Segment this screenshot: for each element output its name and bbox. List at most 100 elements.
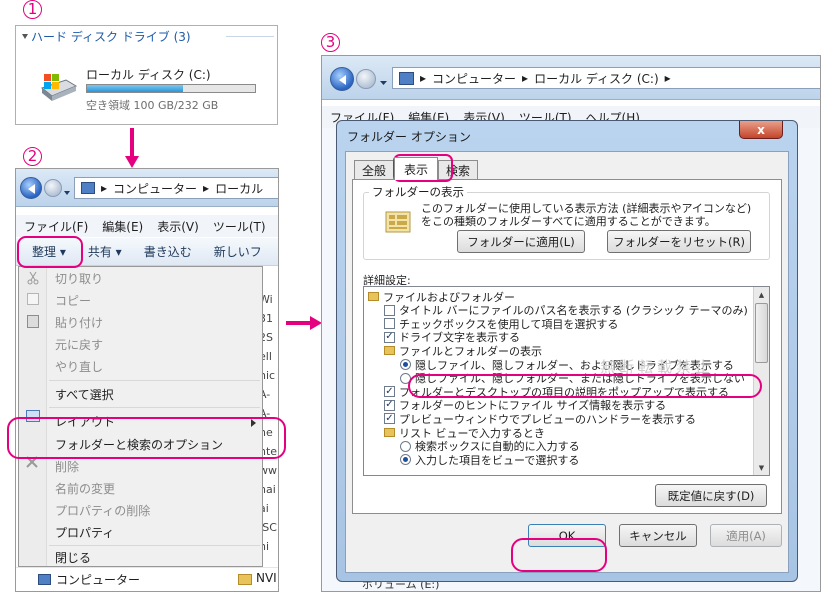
recent-pages-chevron-icon[interactable] — [380, 76, 387, 89]
menu-item-cut[interactable]: 切り取り — [19, 267, 262, 289]
checkbox[interactable]: ✓ — [384, 413, 395, 425]
menu-separator — [49, 380, 260, 381]
breadcrumb-computer[interactable]: コンピューター — [113, 180, 197, 197]
menu-item-undo[interactable]: 元に戻す — [19, 333, 262, 355]
new-folder-button[interactable]: 新しいフ — [214, 243, 262, 260]
checkbox[interactable]: ✓ — [384, 399, 395, 411]
folder-view-desc-line2: をこの種類のフォルダーすべてに適用することができます。 — [421, 215, 716, 228]
menu-item-select-all[interactable]: すべて選択 — [19, 383, 262, 405]
menu-view[interactable]: 表示(V) — [157, 218, 199, 235]
menu-item-close[interactable]: 閉じる — [19, 546, 262, 568]
tree-item-label: 入力した項目をビューで選択する — [415, 453, 580, 467]
folder-options-dialog: フォルダー オプション x 全般 表示 検索 フォルダーの表示 このフォルダーに… — [336, 120, 798, 582]
breadcrumb-separator-icon: ▸ — [203, 181, 210, 195]
tree-item[interactable]: 検索ボックスに自動的に入力する — [400, 440, 580, 453]
highlight-ok-button — [511, 538, 607, 572]
tab-general[interactable]: 全般 — [354, 160, 394, 180]
navigation-bar: ▸ コンピューター ▸ ローカル ディスク (C:) ▸ — [322, 56, 820, 100]
view-tab-page: フォルダーの表示 このフォルダーに使用している表示方法 (詳細表示やアイコンなど… — [352, 179, 782, 514]
tree-item[interactable]: 入力した項目をビューで選択する — [400, 453, 580, 467]
folder-icon — [368, 292, 379, 301]
explorer-window-large: ▸ コンピューター ▸ ローカル ディスク (C:) ▸ ファイル(F) 編集(… — [321, 55, 821, 592]
computer-icon — [38, 574, 51, 585]
nav-nvi[interactable]: NVI — [256, 571, 277, 585]
scroll-up-button[interactable]: ▲ — [754, 287, 769, 302]
folder-icon — [384, 428, 395, 437]
checkbox[interactable]: ✓ — [384, 386, 395, 398]
computer-small-icon — [81, 182, 95, 194]
highlight-show-hidden-option — [408, 374, 762, 398]
breadcrumb-local[interactable]: ローカル — [215, 180, 263, 197]
apply-to-folders-button[interactable]: フォルダーに適用(L) — [457, 230, 585, 253]
step-number-1: 1 — [23, 0, 42, 19]
explorer-window-small: ▸ コンピューター ▸ ローカル ファイル(F) 編集(E) 表示(V) ツール… — [15, 168, 279, 592]
menu-item-copy[interactable]: コピー — [19, 289, 262, 311]
address-bar[interactable]: ▸ コンピューター ▸ ローカル ディスク (C:) ▸ — [392, 67, 820, 89]
breadcrumb-separator-icon: ▸ — [664, 71, 671, 85]
back-button[interactable] — [330, 67, 354, 91]
computer-small-icon — [399, 71, 414, 85]
breadcrumb-separator-icon: ▸ — [101, 181, 108, 195]
reset-folders-button[interactable]: フォルダーをリセット(R) — [607, 230, 751, 253]
share-button[interactable]: 共有 ▾ — [88, 243, 122, 260]
tree-item[interactable]: ✓ フォルダーのヒントにファイル サイズ情報を表示する — [384, 399, 666, 412]
folder-view-icon — [385, 210, 411, 234]
restore-defaults-button[interactable]: 既定値に戻す(D) — [655, 484, 767, 507]
step-number-3: 3 — [321, 33, 340, 52]
section-title: ハード ディスク ドライブ (3) — [31, 30, 191, 44]
right-arrow-icon — [286, 316, 322, 330]
nav-computer[interactable]: コンピューター — [56, 571, 140, 588]
navigation-pane-footer: コンピューター NVI — [16, 567, 278, 591]
forward-button[interactable] — [44, 179, 62, 197]
drive-usage-bar — [86, 84, 256, 93]
menu-edit[interactable]: 編集(E) — [102, 218, 143, 235]
drive-name[interactable]: ローカル ディスク (C:) — [86, 66, 211, 83]
radio-button[interactable] — [400, 359, 411, 370]
dialog-body: 全般 表示 検索 フォルダーの表示 このフォルダーに使用している表示方法 (詳細… — [345, 151, 789, 573]
checkbox[interactable] — [384, 304, 395, 316]
breadcrumb-local-disk[interactable]: ローカル ディスク (C:) — [534, 70, 659, 87]
menu-bar: ファイル(F) 編集(E) 表示(V) ツール(T) — [16, 215, 278, 237]
menu-item-properties[interactable]: プロパティ — [19, 521, 262, 543]
menu-tools[interactable]: ツール(T) — [213, 218, 266, 235]
dialog-close-button[interactable]: x — [739, 121, 783, 139]
tree-item[interactable]: チェックボックスを使用して項目を選択する — [384, 317, 618, 331]
menu-item-rename[interactable]: 名前の変更 — [19, 477, 262, 499]
menu-separator — [49, 407, 260, 408]
folder-icon — [238, 574, 252, 585]
tree-item[interactable]: ✓ ドライブ文字を表示する — [384, 331, 520, 344]
recent-pages-chevron-icon[interactable] — [64, 186, 70, 195]
scroll-down-button[interactable]: ▼ — [754, 460, 769, 475]
tree-item[interactable]: タイトル バーにファイルのパス名を表示する (クラシック テーマのみ) — [384, 304, 748, 317]
tab-view[interactable]: 表示 — [394, 157, 438, 180]
radio-button[interactable] — [400, 454, 411, 466]
hard-drive-icon — [38, 74, 78, 104]
radio-button[interactable] — [400, 440, 411, 452]
tree-item: ファイルおよびフォルダー — [368, 290, 515, 304]
back-button[interactable] — [20, 177, 42, 199]
breadcrumb-separator-icon: ▸ — [420, 71, 427, 85]
checkbox[interactable]: ✓ — [384, 331, 395, 343]
scroll-thumb[interactable] — [755, 303, 768, 363]
burn-button[interactable]: 書き込む — [144, 243, 192, 260]
menu-item-paste[interactable]: 貼り付け — [19, 311, 262, 333]
tree-item[interactable]: ✓ プレビューウィンドウでプレビューのハンドラーを表示する — [384, 412, 696, 426]
breadcrumb-separator-icon: ▸ — [522, 71, 529, 85]
tree-item: ファイルとフォルダーの表示 — [384, 344, 542, 358]
menu-item-remove-properties[interactable]: プロパティの削除 — [19, 499, 262, 521]
checkbox[interactable] — [384, 318, 395, 330]
folder-view-group-label: フォルダーの表示 — [369, 184, 467, 200]
menu-item-redo[interactable]: やり直し — [19, 355, 262, 377]
step-number-2: 2 — [23, 147, 42, 166]
highlight-organize — [17, 236, 83, 268]
address-bar[interactable]: ▸ コンピューター ▸ ローカル — [74, 177, 278, 199]
breadcrumb-computer[interactable]: コンピューター — [432, 70, 516, 87]
collapse-triangle-icon[interactable] — [21, 32, 29, 40]
folder-icon — [384, 346, 395, 356]
dialog-title: フォルダー オプション — [347, 130, 471, 144]
menu-file[interactable]: ファイル(F) — [24, 218, 88, 235]
cancel-button[interactable]: キャンセル — [619, 524, 697, 547]
forward-button[interactable] — [356, 69, 376, 89]
apply-button[interactable]: 適用(A) — [710, 524, 782, 547]
tree-item: リスト ビューで入力するとき — [384, 426, 545, 440]
